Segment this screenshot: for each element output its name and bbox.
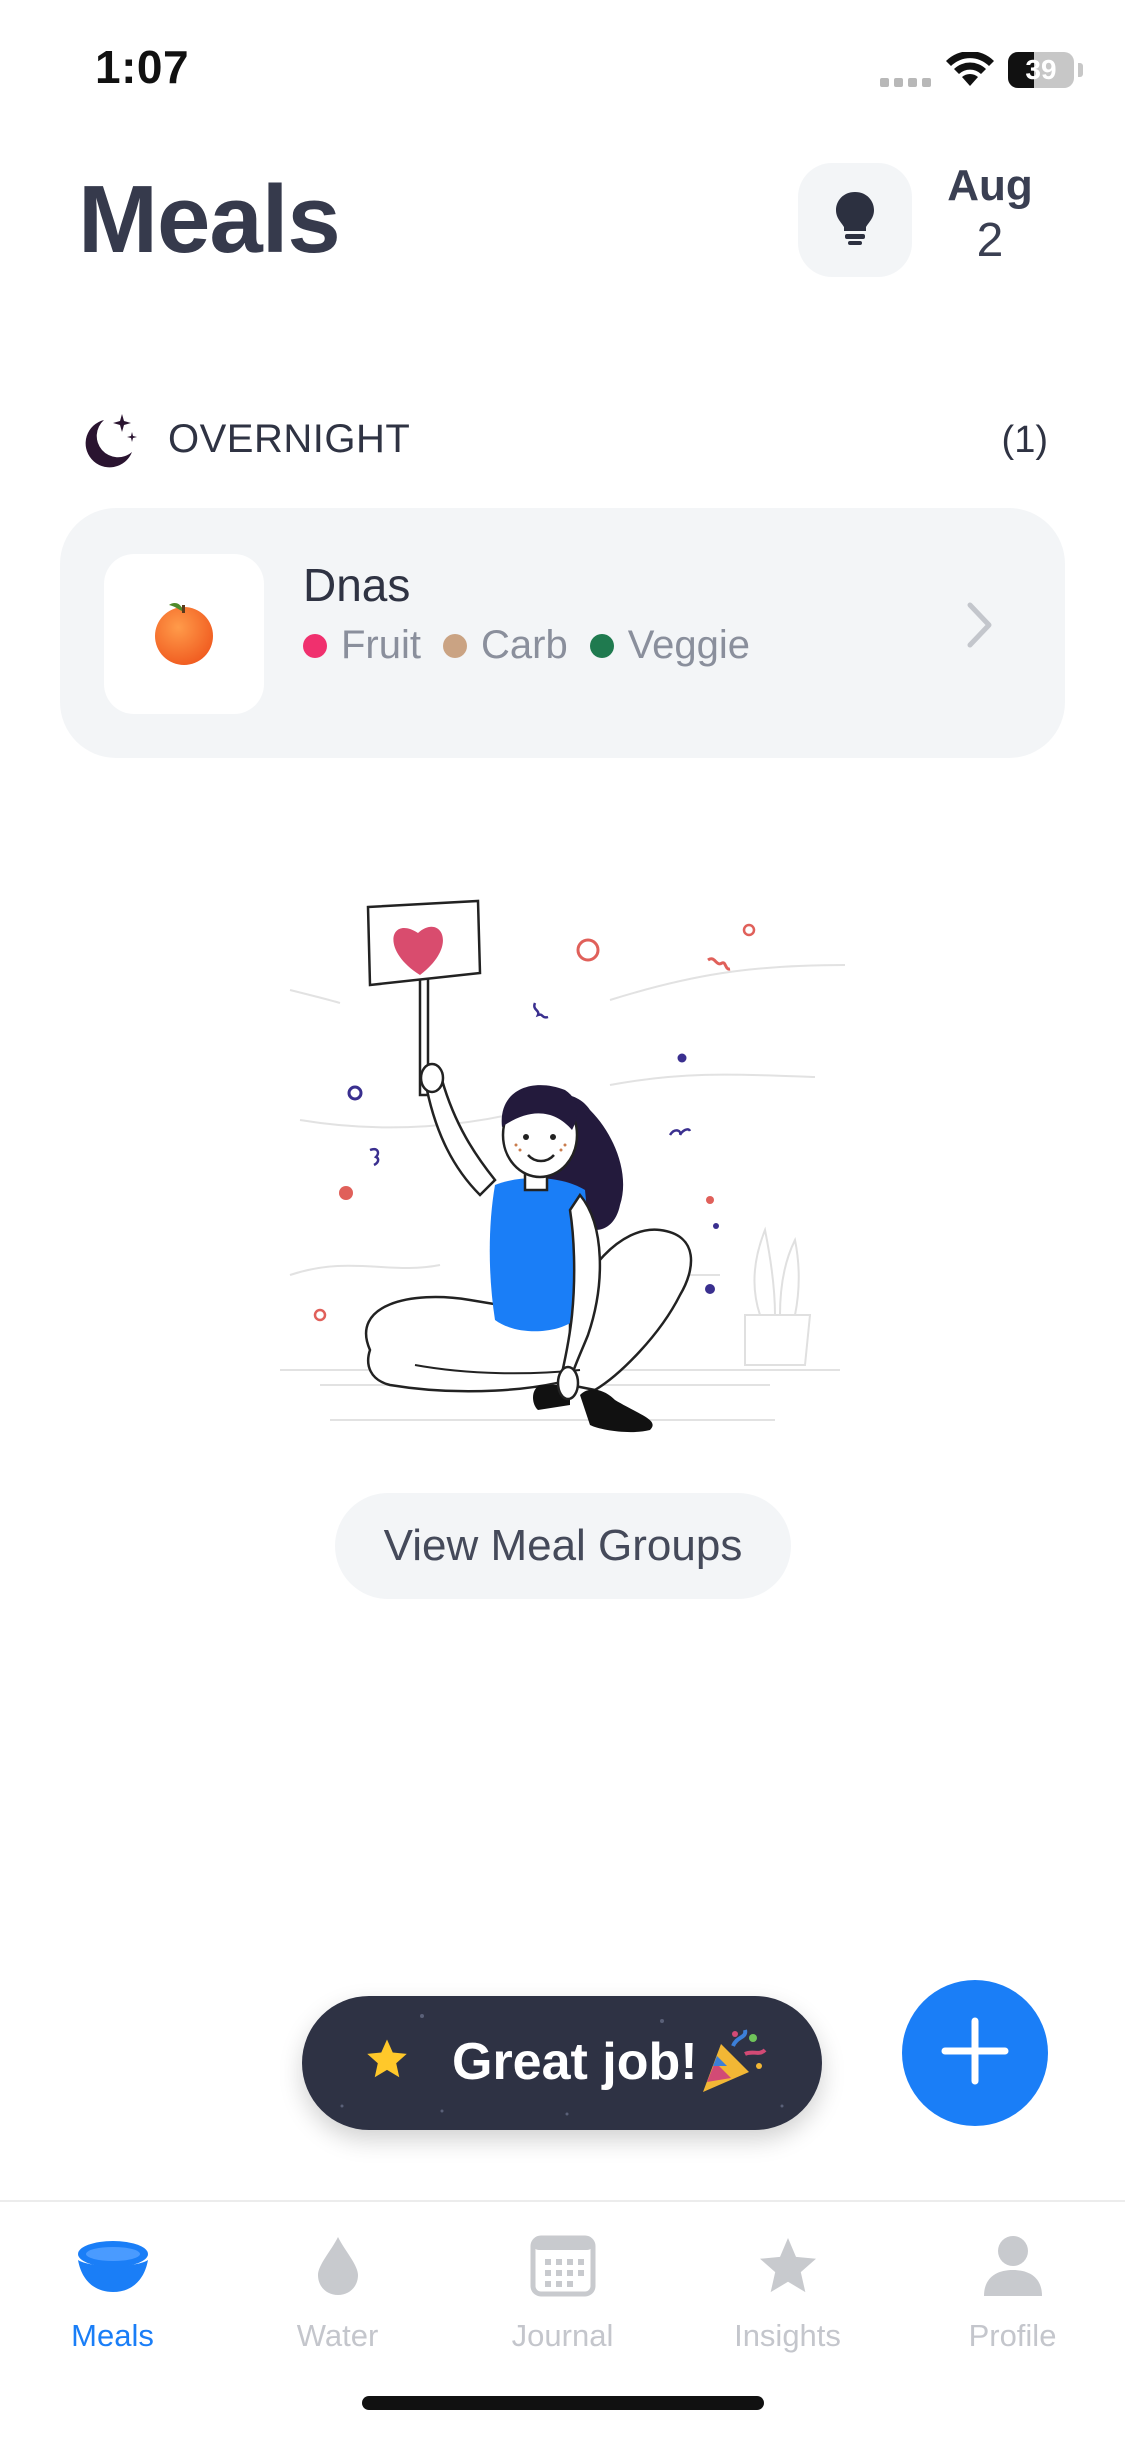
- view-meal-groups-button[interactable]: View Meal Groups: [335, 1493, 791, 1599]
- tab-water[interactable]: Water: [225, 2222, 450, 2362]
- meal-tag: Veggie: [589, 623, 751, 668]
- toast-text: Great job!: [452, 2033, 698, 2091]
- plus-icon: [939, 2015, 1011, 2092]
- cellular-signal-icon: [880, 74, 936, 92]
- tab-label: Water: [296, 2318, 379, 2353]
- tag-dot: [443, 633, 467, 658]
- tab-label: Insights: [734, 2318, 841, 2353]
- meal-tag: Fruit: [303, 623, 421, 668]
- tag-dot: [589, 633, 614, 658]
- section-title: OVERNIGHT: [168, 417, 411, 461]
- person-icon: [900, 2222, 1125, 2310]
- star-icon: [364, 2036, 410, 2087]
- tab-profile[interactable]: Profile: [900, 2222, 1125, 2362]
- bowl-icon: [0, 2222, 225, 2310]
- tag-label: Carb: [481, 623, 568, 667]
- battery-level: 39: [1025, 54, 1057, 85]
- section-header-overnight: OVERNIGHT (1): [78, 405, 1048, 475]
- party-popper-icon: [697, 2026, 767, 2101]
- date-selector[interactable]: Aug 2: [930, 160, 1050, 270]
- tab-insights[interactable]: Insights: [675, 2222, 900, 2362]
- tips-button[interactable]: [798, 163, 912, 277]
- tag-dot: [303, 633, 327, 658]
- meal-name: Dnas: [303, 559, 411, 611]
- celebration-illustration: [270, 895, 860, 1465]
- section-count: (1): [1001, 419, 1048, 461]
- tab-label: Meals: [71, 2318, 154, 2353]
- chevron-right-icon: [965, 600, 995, 655]
- water-drop-icon: [225, 2222, 450, 2310]
- status-time: 1:07: [95, 41, 190, 93]
- home-indicator: [362, 2396, 764, 2410]
- date-day: 2: [976, 214, 1004, 267]
- status-bar: 1:07 39: [0, 0, 1125, 130]
- meal-tag: Carb: [443, 623, 568, 668]
- tag-label: Fruit: [341, 623, 421, 667]
- meal-card[interactable]: Dnas Fruit Carb Veggie: [60, 508, 1065, 758]
- wifi-icon: [945, 51, 995, 93]
- meal-tags: Fruit Carb Veggie: [303, 623, 772, 668]
- date-month: Aug: [947, 161, 1033, 210]
- orange-icon: [149, 596, 219, 673]
- tab-label: Journal: [511, 2318, 614, 2353]
- tab-journal[interactable]: Journal: [450, 2222, 675, 2362]
- success-toast: Great job!: [302, 1996, 822, 2130]
- page-title: Meals: [78, 166, 341, 273]
- moon-stars-icon: [78, 410, 140, 477]
- tag-label: Veggie: [627, 623, 751, 667]
- battery-icon: 39: [1008, 52, 1074, 88]
- star-icon: [675, 2222, 900, 2310]
- tab-meals[interactable]: Meals: [0, 2222, 225, 2362]
- add-meal-button[interactable]: [902, 1980, 1048, 2126]
- tab-label: Profile: [968, 2318, 1057, 2353]
- calendar-icon: [450, 2222, 675, 2310]
- meal-thumbnail: [104, 554, 264, 714]
- lightbulb-icon: [833, 190, 877, 251]
